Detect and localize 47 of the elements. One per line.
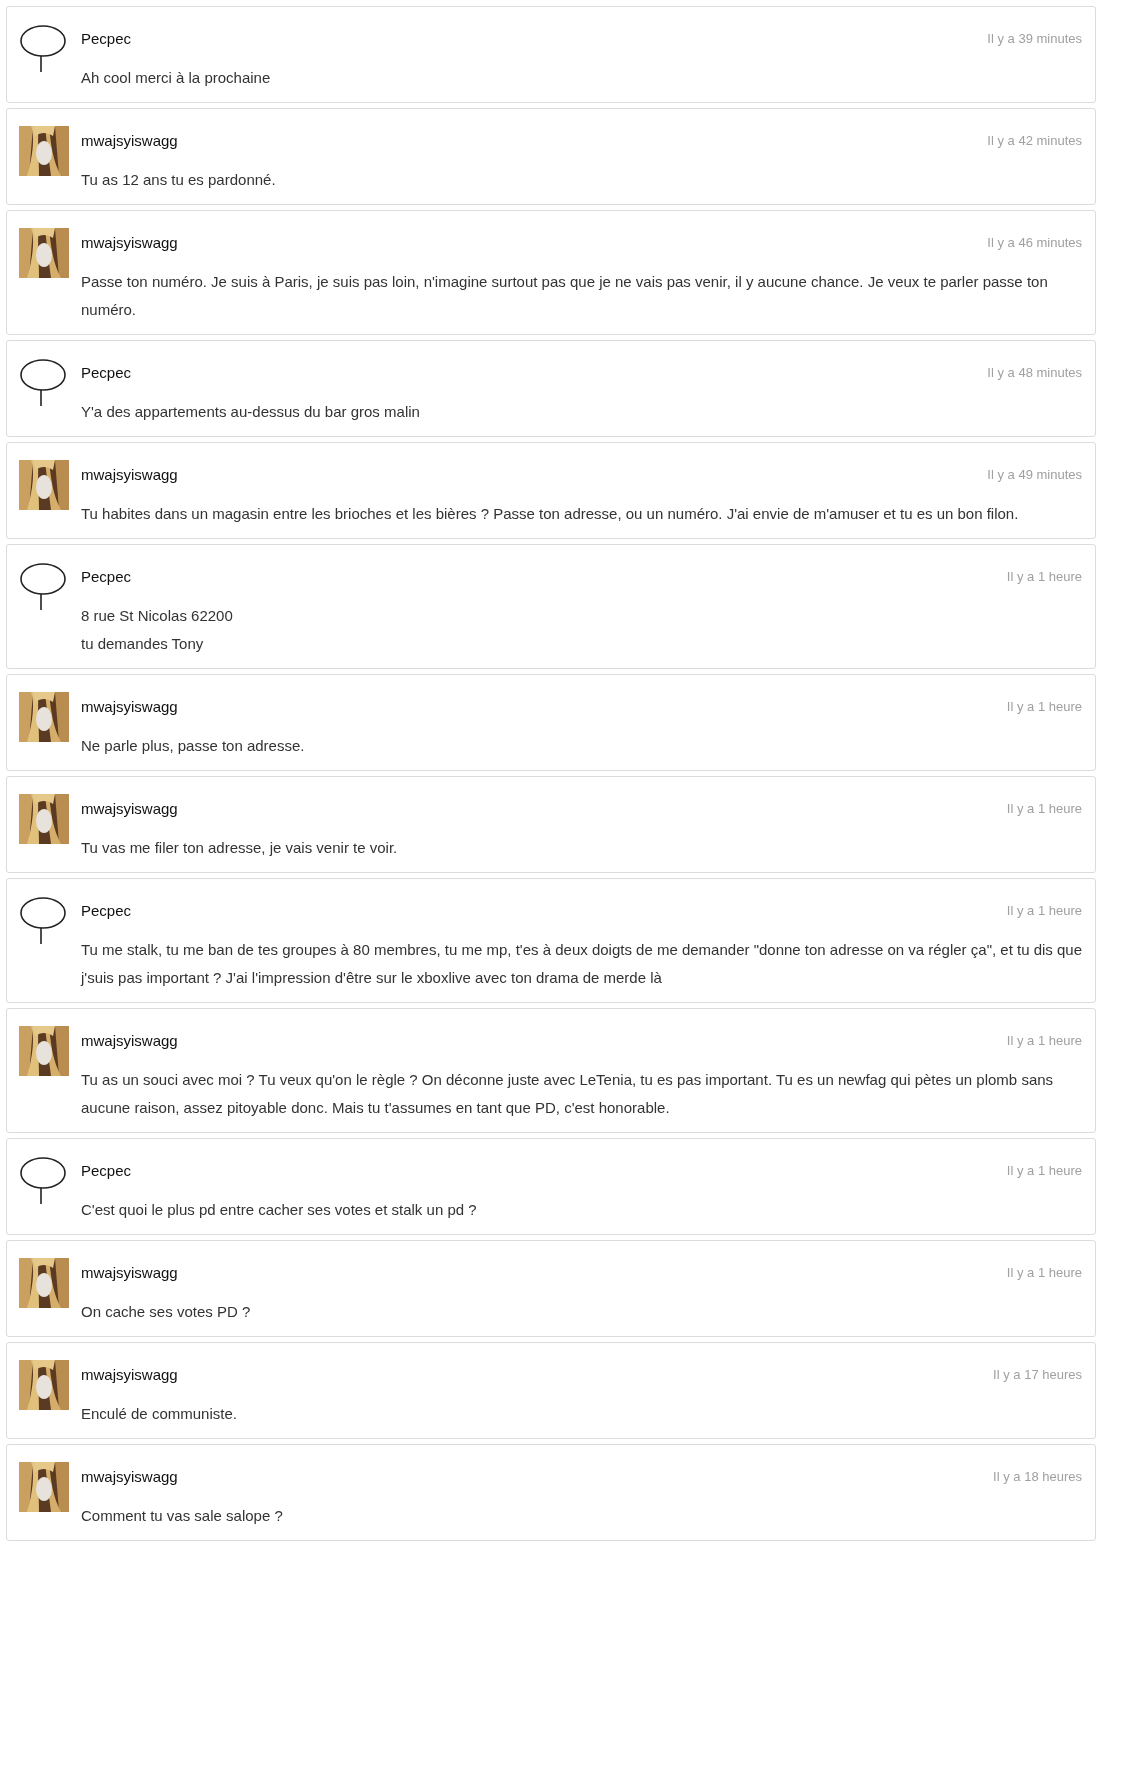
comment-text: Tu as 12 ans tu es pardonné. [81,170,277,190]
comment-text: Ne parle plus, passe ton adresse. [81,736,306,756]
username[interactable]: mwajsyiswagg [81,131,178,149]
comment-text: Y'a des appartements au-dessus du bar gros malin [81,402,421,422]
comment-text: Tu as un souci avec moi ? Tu veux qu'on le règle ? On déconne juste avec LeTenia, tu es pas important. Tu es un newfag qui pètes un plomb sans aucune raison, assez pitoyable donc. Mais tu t'assumes en tant que PD, c'est honorable. [81,1070,1055,1118]
comment-text: Tu me stalk, tu me ban de tes groupes à 80 membres, tu me mp, t'es à deux doigts de me demander "donne ton adresse on va régler ça", et tu dis que j'suis pas important ? J'ai l'impression d'être sur le xboxlive avec ton drama de merde là [81,940,1082,988]
timestamp: Il y a 1 heure [1006,1162,1082,1178]
username[interactable]: Pecpec [81,29,132,47]
comment-text: Comment tu vas sale salope ? [81,1506,284,1526]
timestamp: Il y a 39 minutes [987,30,1082,46]
comment-text: Enculé de communiste. [81,1404,238,1424]
username[interactable]: mwajsyiswagg [81,1031,178,1049]
comment-text: 8 rue St Nicolas 62200 tu demandes Tony [81,606,234,654]
timestamp: Il y a 48 minutes [987,364,1082,380]
avatar-icon [19,1156,69,1206]
avatar-icon [19,24,69,74]
comment-text: C'est quoi le plus pd entre cacher ses votes et stalk un pd ? [81,1200,478,1220]
username[interactable]: mwajsyiswagg [81,233,178,251]
comment-text: Tu habites dans un magasin entre les brioches et les bières ? Passe ton adresse, ou un numéro. J'ai envie de m'amuser et tu es un bon filon. [81,504,1020,524]
username[interactable]: Pecpec [81,1161,132,1179]
timestamp: Il y a 1 heure [1006,568,1082,584]
comment-text: Passe ton numéro. Je suis à Paris, je suis pas loin, n'imagine surtout pas que je ne vais pas venir, il y aucune chance. Je veux te parler passe ton numéro. [81,272,1049,320]
avatar-icon [19,358,69,408]
timestamp: Il y a 49 minutes [987,466,1082,482]
timestamp: Il y a 18 heures [993,1468,1082,1484]
timestamp: Il y a 1 heure [1006,1032,1082,1048]
username[interactable]: mwajsyiswagg [81,1263,178,1281]
username[interactable]: mwajsyiswagg [81,1365,178,1383]
avatar-icon [19,896,69,946]
timestamp: Il y a 1 heure [1006,1264,1082,1280]
username[interactable]: mwajsyiswagg [81,799,178,817]
username[interactable]: Pecpec [81,901,132,919]
username[interactable]: mwajsyiswagg [81,465,178,483]
username[interactable]: mwajsyiswagg [81,1467,178,1485]
avatar-icon [19,562,69,612]
timestamp: Il y a 1 heure [1006,698,1082,714]
comment-text: Tu vas me filer ton adresse, je vais venir te voir. [81,838,399,858]
comment-text: Ah cool merci à la prochaine [81,68,272,88]
timestamp: Il y a 1 heure [1006,800,1082,816]
timestamp: Il y a 1 heure [1006,902,1082,918]
username[interactable]: Pecpec [81,567,132,585]
comment-text: On cache ses votes PD ? [81,1302,252,1322]
username[interactable]: mwajsyiswagg [81,697,178,715]
timestamp: Il y a 17 heures [993,1366,1082,1382]
timestamp: Il y a 42 minutes [987,132,1082,148]
username[interactable]: Pecpec [81,363,132,381]
timestamp: Il y a 46 minutes [987,234,1082,250]
